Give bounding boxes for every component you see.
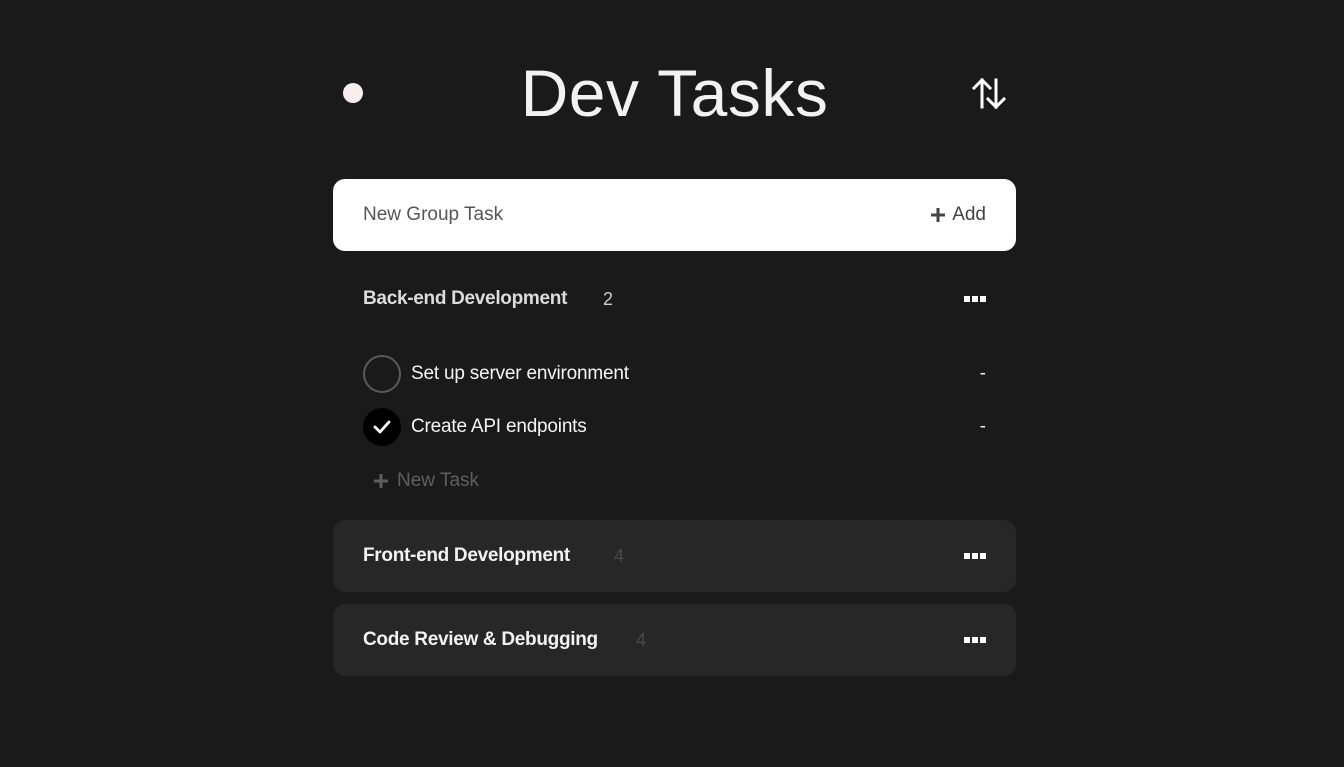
- group-count: 2: [603, 289, 614, 309]
- new-group-input[interactable]: [363, 179, 863, 251]
- app-page: Dev Tasks Add Back-end Development: [0, 0, 1344, 767]
- group-menu-button[interactable]: [964, 604, 986, 676]
- group-name: Back-end Development: [363, 288, 568, 309]
- task-label: Set up server environment: [411, 363, 629, 384]
- more-dots-icon: [964, 637, 986, 643]
- sort-arrows-icon: [971, 77, 1007, 110]
- group-front-end[interactable]: Front-end Development 4: [333, 520, 1016, 592]
- new-task-button[interactable]: New Task: [373, 453, 1016, 508]
- plus-icon: [374, 473, 388, 488]
- add-group-button[interactable]: Add: [930, 179, 986, 251]
- add-group-label: Add: [952, 204, 986, 225]
- more-dots-icon: [964, 553, 986, 559]
- group-count: 4: [636, 630, 647, 650]
- new-group-bar: Add: [333, 179, 1016, 251]
- check-icon: [373, 420, 391, 434]
- more-dots-icon: [964, 296, 986, 302]
- task-checkbox[interactable]: [363, 408, 401, 446]
- page-title: Dev Tasks: [520, 56, 829, 130]
- sort-button[interactable]: [970, 74, 1008, 112]
- group-name: Code Review & Debugging: [363, 629, 598, 650]
- group-name: Front-end Development: [363, 545, 570, 566]
- task-label: Create API endpoints: [411, 416, 587, 437]
- task-checkbox[interactable]: [363, 355, 401, 393]
- task-remove-button[interactable]: -: [980, 400, 986, 453]
- group-menu-button[interactable]: [964, 263, 986, 335]
- new-task-label: New Task: [397, 469, 480, 491]
- header: Dev Tasks: [333, 50, 1016, 136]
- group-back-end: Back-end Development 2 Set up server env…: [333, 263, 1016, 508]
- group-header[interactable]: Back-end Development 2: [333, 263, 1016, 335]
- task-item: Set up server environment -: [333, 347, 1016, 400]
- group-count: 4: [614, 546, 625, 566]
- plus-icon: [931, 208, 946, 222]
- task-remove-button[interactable]: -: [980, 347, 986, 400]
- group-menu-button[interactable]: [964, 520, 986, 592]
- task-item: Create API endpoints -: [333, 400, 1016, 453]
- group-code-review[interactable]: Code Review & Debugging 4: [333, 604, 1016, 676]
